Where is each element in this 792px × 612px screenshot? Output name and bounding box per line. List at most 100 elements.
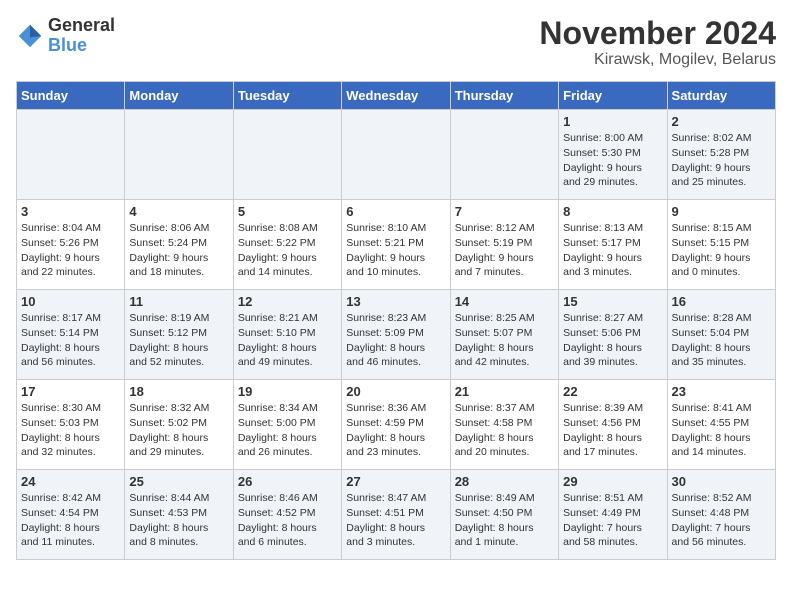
day-info: Sunrise: 8:27 AMSunset: 5:06 PMDaylight:…: [563, 311, 662, 370]
day-number: 18: [129, 384, 228, 399]
day-number: 3: [21, 204, 120, 219]
calendar-week-row: 3 Sunrise: 8:04 AMSunset: 5:26 PMDaylight…: [17, 200, 776, 290]
calendar-cell: 19Sunrise: 8:34 AMSunset: 5:00 PMDayligh…: [233, 380, 341, 470]
calendar-header-row: SundayMondayTuesdayWednesdayThursdayFrid…: [17, 82, 776, 110]
day-info: Sunrise: 8:21 AMSunset: 5:10 PMDaylight:…: [238, 311, 337, 370]
weekday-header-monday: Monday: [125, 82, 233, 110]
day-info: Sunrise: 8:37 AMSunset: 4:58 PMDaylight:…: [455, 401, 554, 460]
weekday-header-saturday: Saturday: [667, 82, 775, 110]
day-info: Sunrise: 8:12 AMSunset: 5:19 PMDaylight:…: [455, 221, 554, 280]
calendar-week-row: 10Sunrise: 8:17 AMSunset: 5:14 PMDayligh…: [17, 290, 776, 380]
day-number: 21: [455, 384, 554, 399]
day-info: Sunrise: 8:08 AMSunset: 5:22 PMDaylight:…: [238, 221, 337, 280]
day-info: Sunrise: 8:44 AMSunset: 4:53 PMDaylight:…: [129, 491, 228, 550]
calendar-cell: 17 Sunrise: 8:30 AMSunset: 5:03 PMDayligh…: [17, 380, 125, 470]
day-number: 29: [563, 474, 662, 489]
day-info: Sunrise: 8:36 AMSunset: 4:59 PMDaylight:…: [346, 401, 445, 460]
weekday-header-friday: Friday: [559, 82, 667, 110]
day-number: 8: [563, 204, 662, 219]
day-number: 17: [21, 384, 120, 399]
calendar-cell: 23 Sunrise: 8:41 AMSunset: 4:55 PMDayligh…: [667, 380, 775, 470]
weekday-header-tuesday: Tuesday: [233, 82, 341, 110]
calendar-cell: 29 Sunrise: 8:51 AMSunset: 4:49 PMDayligh…: [559, 470, 667, 560]
weekday-header-wednesday: Wednesday: [342, 82, 450, 110]
calendar-cell: 28 Sunrise: 8:49 AMSunset: 4:50 PMDayligh…: [450, 470, 558, 560]
title-area: November 2024 Kirawsk, Mogilev, Belarus: [539, 16, 776, 69]
day-info: Sunrise: 8:42 AMSunset: 4:54 PMDaylight:…: [21, 491, 120, 550]
day-info: Sunrise: 8:23 AMSunset: 5:09 PMDaylight:…: [346, 311, 445, 370]
calendar-cell: 21 Sunrise: 8:37 AMSunset: 4:58 PMDayligh…: [450, 380, 558, 470]
day-number: 13: [346, 294, 445, 309]
day-info: Sunrise: 8:52 AMSunset: 4:48 PMDaylight:…: [672, 491, 771, 550]
logo-general: General: [48, 16, 115, 36]
day-number: 26: [238, 474, 337, 489]
day-info: Sunrise: 8:34 AMSunset: 5:00 PMDaylight:…: [238, 401, 337, 460]
calendar-cell: 11 Sunrise: 8:19 AMSunset: 5:12 PMDayligh…: [125, 290, 233, 380]
calendar-cell: 14 Sunrise: 8:25 AMSunset: 5:07 PMDayligh…: [450, 290, 558, 380]
calendar-cell: 8 Sunrise: 8:13 AMSunset: 5:17 PMDaylight…: [559, 200, 667, 290]
weekday-header-sunday: Sunday: [17, 82, 125, 110]
day-info: Sunrise: 8:13 AMSunset: 5:17 PMDaylight:…: [563, 221, 662, 280]
day-number: 11: [129, 294, 228, 309]
logo: General Blue: [16, 16, 115, 56]
day-number: 27: [346, 474, 445, 489]
day-number: 25: [129, 474, 228, 489]
calendar-cell: 22Sunrise: 8:39 AMSunset: 4:56 PMDayligh…: [559, 380, 667, 470]
day-info: Sunrise: 8:15 AMSunset: 5:15 PMDaylight:…: [672, 221, 771, 280]
calendar-cell: 24Sunrise: 8:42 AMSunset: 4:54 PMDayligh…: [17, 470, 125, 560]
day-number: 20: [346, 384, 445, 399]
day-info: Sunrise: 8:17 AMSunset: 5:14 PMDaylight:…: [21, 311, 120, 370]
month-title: November 2024: [539, 16, 776, 51]
day-number: 16: [672, 294, 771, 309]
day-info: Sunrise: 8:51 AMSunset: 4:49 PMDaylight:…: [563, 491, 662, 550]
day-info: Sunrise: 8:02 AMSunset: 5:28 PMDaylight:…: [672, 131, 771, 190]
calendar-cell: 7 Sunrise: 8:12 AMSunset: 5:19 PMDaylight…: [450, 200, 558, 290]
logo-blue: Blue: [48, 36, 115, 56]
calendar-cell: 13 Sunrise: 8:23 AMSunset: 5:09 PMDayligh…: [342, 290, 450, 380]
day-info: Sunrise: 8:30 AMSunset: 5:03 PMDaylight:…: [21, 401, 120, 460]
day-number: 14: [455, 294, 554, 309]
location-title: Kirawsk, Mogilev, Belarus: [539, 51, 776, 69]
day-info: Sunrise: 8:49 AMSunset: 4:50 PMDaylight:…: [455, 491, 554, 550]
calendar-table: SundayMondayTuesdayWednesdayThursdayFrid…: [16, 81, 776, 560]
day-info: Sunrise: 8:41 AMSunset: 4:55 PMDaylight:…: [672, 401, 771, 460]
calendar-cell: [17, 110, 125, 200]
day-info: Sunrise: 8:28 AMSunset: 5:04 PMDaylight:…: [672, 311, 771, 370]
day-info: Sunrise: 8:04 AMSunset: 5:26 PMDaylight:…: [21, 221, 120, 280]
calendar-cell: 1Sunrise: 8:00 AMSunset: 5:30 PMDaylight…: [559, 110, 667, 200]
day-info: Sunrise: 8:25 AMSunset: 5:07 PMDaylight:…: [455, 311, 554, 370]
calendar-cell: 25 Sunrise: 8:44 AMSunset: 4:53 PMDayligh…: [125, 470, 233, 560]
day-number: 28: [455, 474, 554, 489]
day-number: 12: [238, 294, 337, 309]
calendar-cell: [450, 110, 558, 200]
calendar-cell: 3 Sunrise: 8:04 AMSunset: 5:26 PMDaylight…: [17, 200, 125, 290]
calendar-cell: 2 Sunrise: 8:02 AMSunset: 5:28 PMDaylight…: [667, 110, 775, 200]
calendar-cell: 9Sunrise: 8:15 AMSunset: 5:15 PMDaylight…: [667, 200, 775, 290]
calendar-cell: 18Sunrise: 8:32 AMSunset: 5:02 PMDayligh…: [125, 380, 233, 470]
calendar-week-row: 24Sunrise: 8:42 AMSunset: 4:54 PMDayligh…: [17, 470, 776, 560]
calendar-cell: 5 Sunrise: 8:08 AMSunset: 5:22 PMDaylight…: [233, 200, 341, 290]
calendar-cell: 26Sunrise: 8:46 AMSunset: 4:52 PMDayligh…: [233, 470, 341, 560]
day-info: Sunrise: 8:00 AMSunset: 5:30 PMDaylight:…: [563, 131, 662, 190]
weekday-header-thursday: Thursday: [450, 82, 558, 110]
day-number: 30: [672, 474, 771, 489]
day-number: 23: [672, 384, 771, 399]
calendar-week-row: 17 Sunrise: 8:30 AMSunset: 5:03 PMDayligh…: [17, 380, 776, 470]
calendar-cell: [125, 110, 233, 200]
calendar-cell: [342, 110, 450, 200]
page-header: General Blue November 2024 Kirawsk, Mogi…: [16, 16, 776, 69]
logo-icon: [16, 22, 44, 50]
day-number: 5: [238, 204, 337, 219]
calendar-cell: 30 Sunrise: 8:52 AMSunset: 4:48 PMDayligh…: [667, 470, 775, 560]
day-info: Sunrise: 8:10 AMSunset: 5:21 PMDaylight:…: [346, 221, 445, 280]
calendar-cell: 20 Sunrise: 8:36 AMSunset: 4:59 PMDayligh…: [342, 380, 450, 470]
day-number: 7: [455, 204, 554, 219]
day-number: 15: [563, 294, 662, 309]
calendar-cell: 12 Sunrise: 8:21 AMSunset: 5:10 PMDayligh…: [233, 290, 341, 380]
day-info: Sunrise: 8:19 AMSunset: 5:12 PMDaylight:…: [129, 311, 228, 370]
calendar-cell: [233, 110, 341, 200]
calendar-cell: 15 Sunrise: 8:27 AMSunset: 5:06 PMDayligh…: [559, 290, 667, 380]
day-number: 2: [672, 114, 771, 129]
calendar-cell: 27 Sunrise: 8:47 AMSunset: 4:51 PMDayligh…: [342, 470, 450, 560]
day-info: Sunrise: 8:47 AMSunset: 4:51 PMDaylight:…: [346, 491, 445, 550]
